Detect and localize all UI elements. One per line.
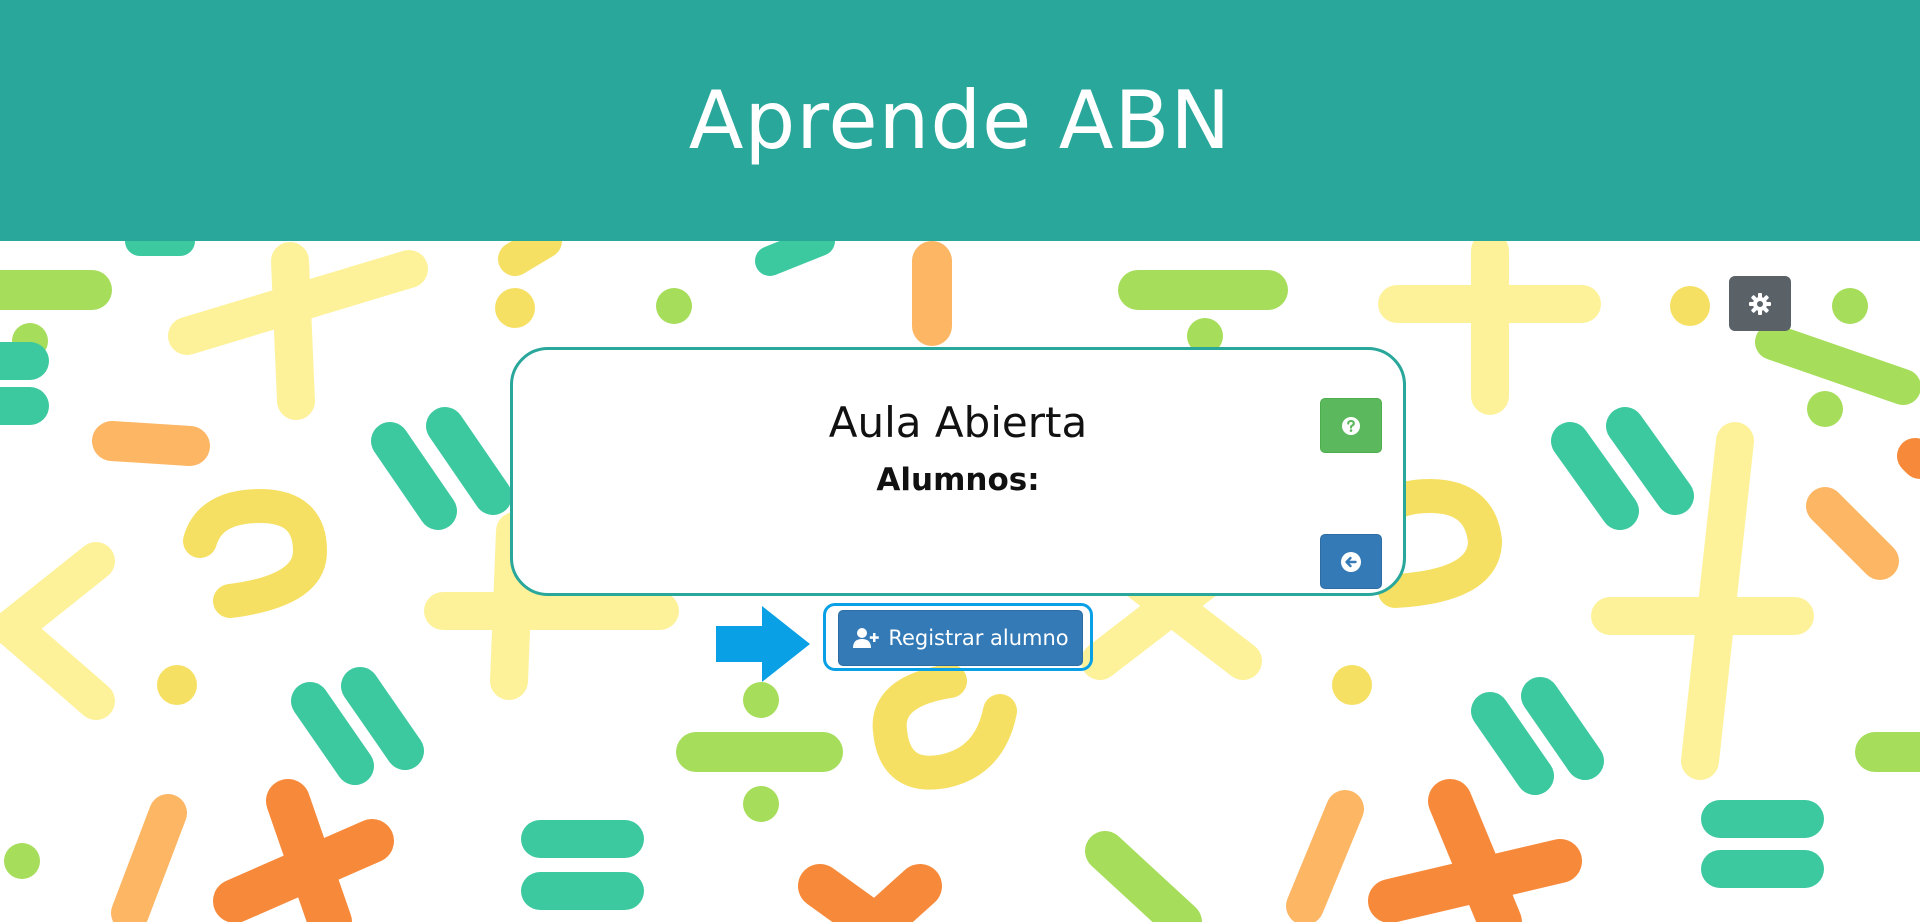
- register-student-button[interactable]: Registrar alumno: [838, 610, 1083, 666]
- register-student-label: Registrar alumno: [888, 626, 1069, 650]
- question-circle-icon: [1342, 416, 1360, 435]
- classroom-card: Aula Abierta Alumnos:: [510, 347, 1406, 596]
- classroom-title: Aula Abierta: [828, 398, 1088, 447]
- gear-icon: [1749, 292, 1771, 315]
- user-plus-icon: [853, 628, 880, 648]
- pointer-arrow-icon: [716, 606, 810, 682]
- settings-button[interactable]: [1729, 276, 1791, 331]
- back-button[interactable]: [1320, 534, 1382, 589]
- app-header: Aprende ABN: [0, 0, 1920, 241]
- page: Aprende ABN Aula Abierta Alumnos: Regist…: [0, 0, 1920, 922]
- students-label: Alumnos:: [876, 462, 1040, 498]
- help-button[interactable]: [1320, 398, 1382, 453]
- arrow-left-circle-icon: [1341, 551, 1361, 572]
- app-title: Aprende ABN: [688, 74, 1232, 167]
